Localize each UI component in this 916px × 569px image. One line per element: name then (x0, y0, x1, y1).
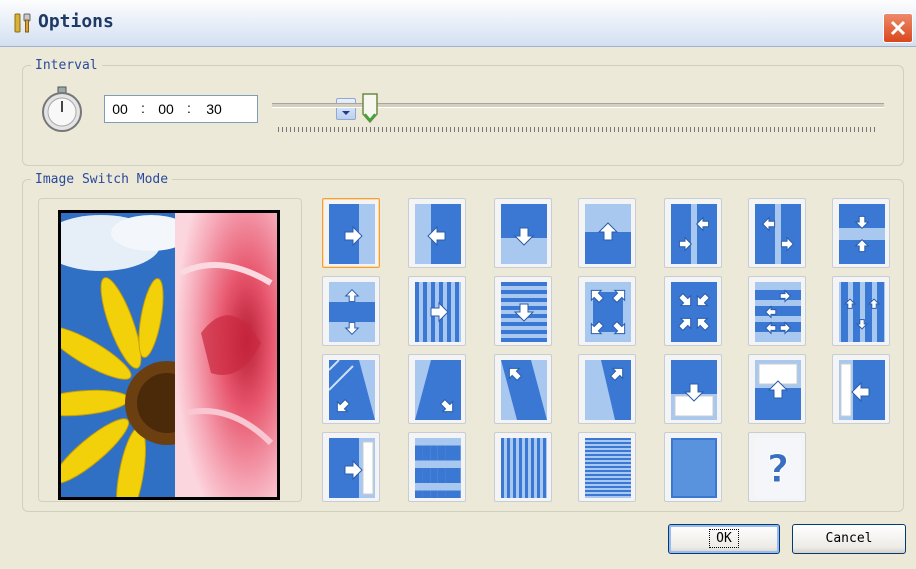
diagonal-up-left-icon (501, 360, 547, 420)
mode-button-slide-left-over[interactable] (832, 354, 890, 424)
split-vertical-cross-icon (671, 204, 717, 264)
push-left-icon (415, 204, 461, 264)
seconds-value[interactable]: 30 (203, 101, 225, 117)
mode-button-stripes-horizontal-down[interactable] (494, 276, 552, 346)
mode-button-collapse-corners[interactable] (664, 276, 722, 346)
mode-button-expand-corners[interactable] (578, 276, 636, 346)
mode-button-bars-vertical-arrows[interactable] (832, 276, 890, 346)
mode-button-diagonal-down-right[interactable] (408, 354, 466, 424)
mode-button-fade[interactable] (664, 432, 722, 502)
split-horizontal-out-icon (329, 282, 375, 342)
slide-left-over-icon (839, 360, 885, 420)
time-separator: : (187, 100, 191, 116)
interval-legend: Interval (35, 58, 98, 73)
mode-button-slide-right-over[interactable] (322, 432, 380, 502)
random-icon: ? (755, 438, 801, 498)
interval-time-input[interactable]: 00 : 00 : 30 (104, 95, 356, 123)
stripes-vertical-right-icon (415, 282, 461, 342)
mode-button-push-down[interactable] (494, 198, 552, 268)
mode-button-blinds-vertical[interactable] (494, 432, 552, 502)
push-right-icon (329, 204, 375, 264)
mode-button-split-horizontal-out[interactable] (322, 276, 380, 346)
options-dialog: Options Interval 00 : 00 : 30 Image Swit… (0, 0, 916, 569)
split-horizontal-in-icon (839, 204, 885, 264)
slider-ticks (278, 127, 878, 132)
mode-button-diagonal-down-left[interactable] (322, 354, 380, 424)
title-bar[interactable]: Options (0, 0, 916, 47)
image-switch-mode-legend: Image Switch Mode (35, 172, 169, 187)
split-vertical-cross-alt-icon (755, 204, 801, 264)
stopwatch-icon (42, 86, 82, 132)
blinds-vertical-icon (501, 438, 547, 498)
expand-corners-icon (585, 282, 631, 342)
close-button[interactable] (883, 13, 913, 43)
mode-button-slide-down-over[interactable] (664, 354, 722, 424)
fade-icon (671, 438, 717, 498)
hours-value[interactable]: 00 (109, 101, 131, 117)
mode-button-diagonal-up-left[interactable] (494, 354, 552, 424)
interval-slider-thumb[interactable] (361, 92, 379, 124)
cancel-button[interactable]: Cancel (792, 524, 906, 554)
diagonal-down-right-icon (415, 360, 461, 420)
preview-image (58, 210, 280, 500)
time-spinner[interactable] (336, 98, 356, 120)
mode-button-split-vertical-cross[interactable] (664, 198, 722, 268)
time-separator: : (141, 100, 145, 116)
stripes-horizontal-down-icon (501, 282, 547, 342)
push-down-icon (501, 204, 547, 264)
collapse-corners-icon (671, 282, 717, 342)
minutes-value[interactable]: 00 (155, 101, 177, 117)
mode-button-diagonal-up-right[interactable] (578, 354, 636, 424)
mode-button-slide-up-over[interactable] (748, 354, 806, 424)
mode-button-push-right[interactable] (322, 198, 380, 268)
slide-down-over-icon (671, 360, 717, 420)
blinds-horizontal-icon (585, 438, 631, 498)
diagonal-up-right-icon (585, 360, 631, 420)
ok-button-label: OK (709, 529, 739, 548)
slide-right-over-icon (329, 438, 375, 498)
mode-button-stripes-vertical-right[interactable] (408, 276, 466, 346)
mode-button-blinds-horizontal[interactable] (578, 432, 636, 502)
mode-button-push-up[interactable] (578, 198, 636, 268)
mode-button-checkerboard[interactable] (408, 432, 466, 502)
spin-arrows-icon (342, 103, 350, 115)
mode-button-cross-arrows[interactable] (748, 276, 806, 346)
tools-icon (14, 13, 31, 33)
ok-button[interactable]: OK (668, 524, 780, 554)
cross-arrows-icon (755, 282, 801, 342)
checkerboard-icon (415, 438, 461, 498)
push-up-icon (585, 204, 631, 264)
mode-button-split-horizontal-in[interactable] (832, 198, 890, 268)
cancel-button-label: Cancel (825, 531, 873, 546)
slide-up-over-icon (755, 360, 801, 420)
mode-button-split-vertical-cross-alt[interactable] (748, 198, 806, 268)
preview-picture (61, 213, 277, 497)
close-icon (890, 20, 906, 36)
diagonal-down-left-icon (329, 360, 375, 420)
bars-vertical-arrows-icon (839, 282, 885, 342)
svg-text:?: ? (767, 447, 789, 491)
mode-button-push-left[interactable] (408, 198, 466, 268)
window-title: Options (38, 11, 114, 32)
mode-button-random[interactable]: ? (748, 432, 806, 502)
